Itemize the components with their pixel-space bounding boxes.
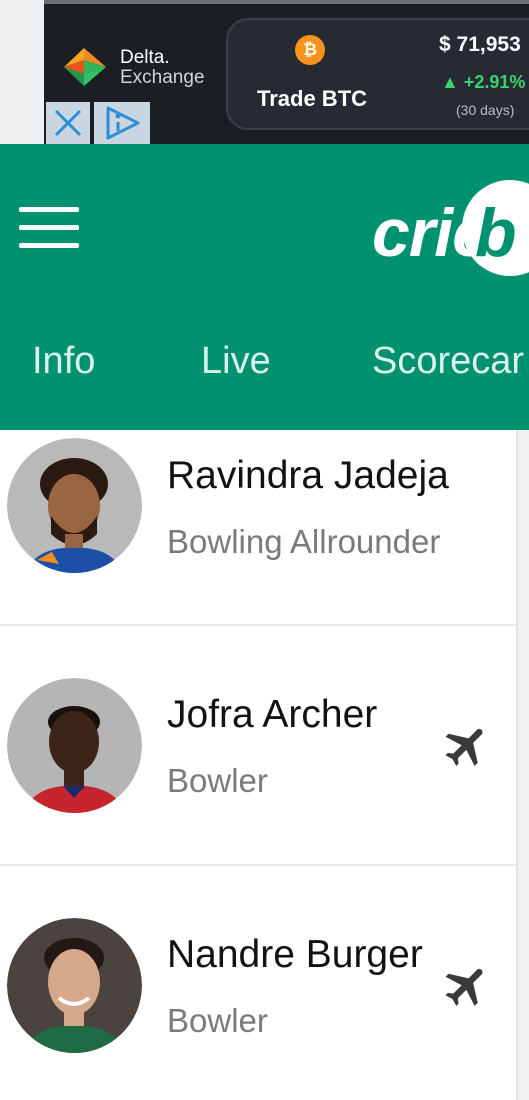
- player-role: Bowler: [167, 762, 268, 799]
- hamburger-line: [19, 225, 79, 230]
- ad-banner[interactable]: Delta. Exchange ₿ Trade BTC $ 71,953 ▲ +…: [0, 0, 529, 144]
- brand-logo-tail: b: [475, 195, 517, 271]
- player-role: Bowler: [167, 1002, 268, 1039]
- btc-period: (30 days): [456, 102, 515, 118]
- ad-top-line: [44, 0, 529, 4]
- tab-scorecard[interactable]: Scorecar: [372, 340, 524, 383]
- ad-brand-name: Delta. Exchange: [120, 48, 205, 88]
- player-name: Nandre Burger: [167, 933, 423, 976]
- player-avatar: [7, 438, 142, 573]
- adchoices-icon[interactable]: [94, 102, 150, 144]
- bitcoin-icon: ₿: [295, 35, 325, 65]
- ad-brand-line2: Exchange: [120, 67, 205, 88]
- ad-brand-line1: Delta.: [120, 47, 170, 68]
- airplane-icon: [445, 728, 483, 766]
- tab-info[interactable]: Info: [32, 340, 95, 383]
- close-icon[interactable]: [46, 102, 90, 144]
- btc-change: ▲ +2.91%: [441, 72, 526, 92]
- hamburger-line: [19, 243, 79, 248]
- tab-live[interactable]: Live: [201, 340, 271, 383]
- btc-price: $ 71,953: [439, 33, 521, 56]
- hamburger-line: [19, 207, 79, 212]
- hamburger-menu-icon[interactable]: [19, 207, 79, 251]
- player-avatar: [7, 918, 142, 1053]
- player-avatar: [7, 678, 142, 813]
- airplane-icon: [445, 968, 483, 1006]
- player-name: Ravindra Jadeja: [167, 454, 449, 497]
- player-role: Bowling Allrounder: [167, 523, 441, 560]
- ad-left-strip: [0, 0, 44, 144]
- match-tabs: Info Live Scorecar: [0, 340, 529, 390]
- app-header: cric b Info Live Scorecar: [0, 144, 529, 430]
- player-name: Jofra Archer: [167, 693, 378, 736]
- list-scroll-rail[interactable]: [516, 430, 529, 1100]
- ad-cta-label[interactable]: Trade BTC: [257, 86, 367, 112]
- delta-exchange-logo-icon: [64, 48, 106, 86]
